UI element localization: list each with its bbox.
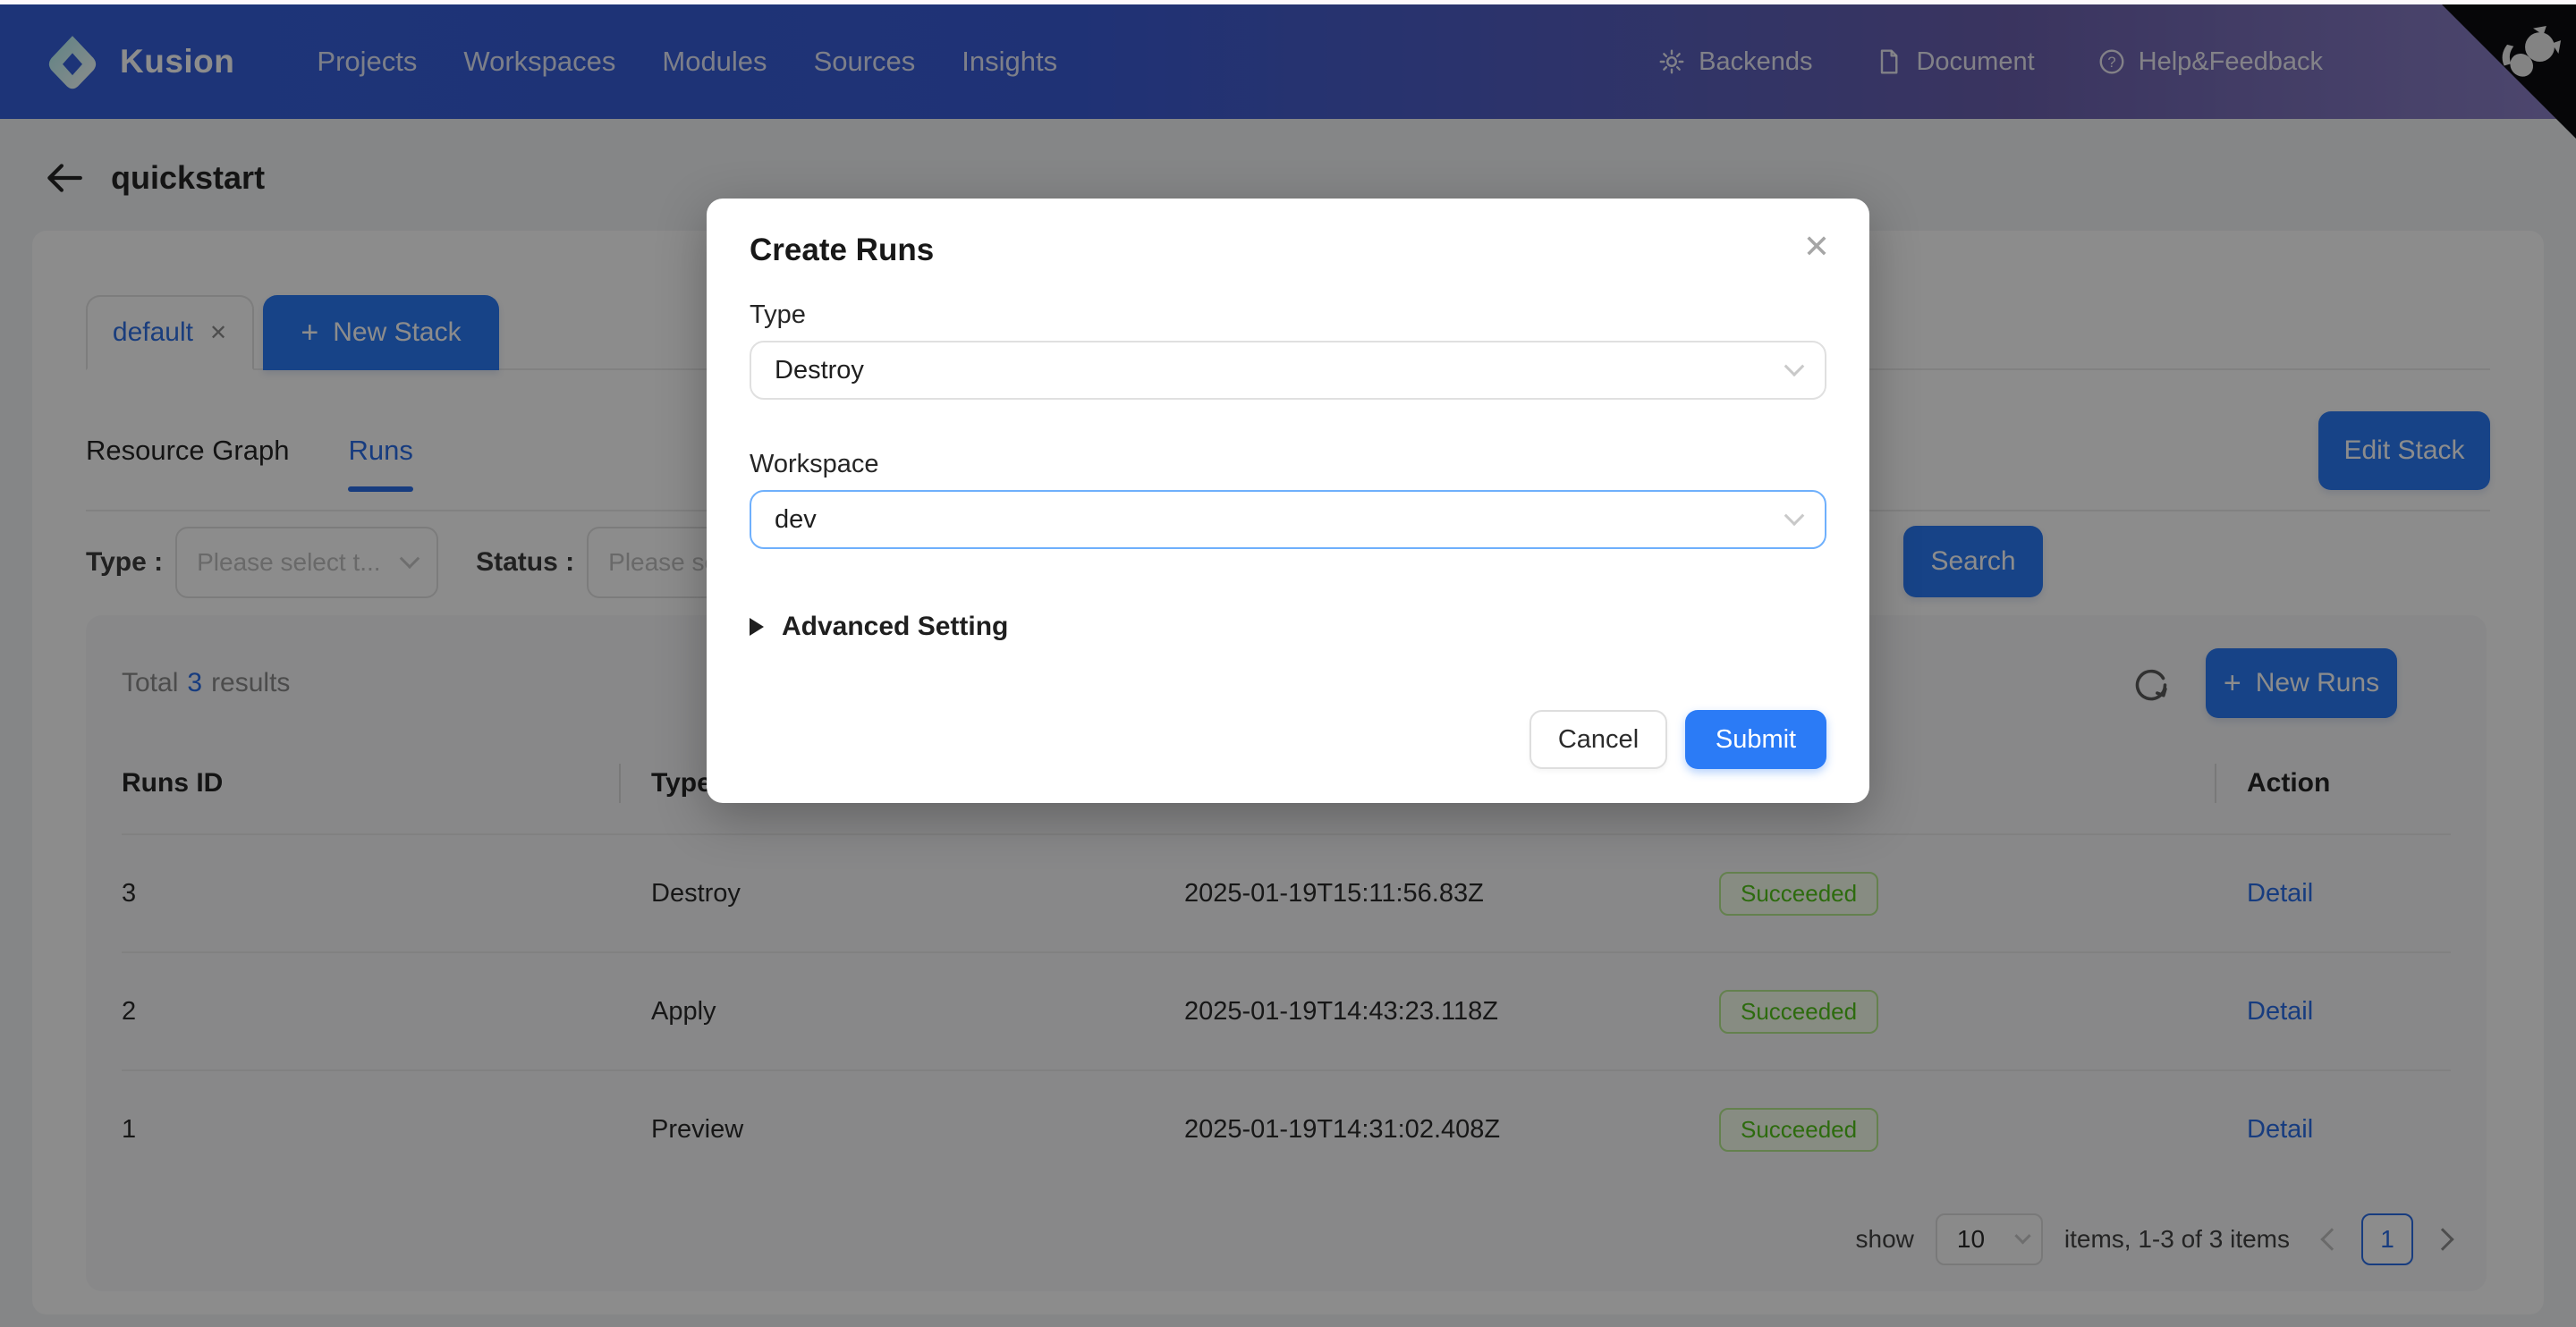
screen: Kusion Projects Workspaces Modules Sourc… [0, 0, 2576, 1327]
cancel-button[interactable]: Cancel [1530, 710, 1667, 769]
modal-footer: Cancel Submit [750, 710, 1826, 769]
modal-close-icon[interactable]: ✕ [1803, 231, 1830, 263]
modal-workspace-value: dev [775, 505, 817, 535]
modal-type-label: Type [750, 300, 1826, 330]
modal-title: Create Runs [750, 232, 1826, 268]
advanced-setting-label: Advanced Setting [782, 612, 1008, 642]
submit-button[interactable]: Submit [1685, 710, 1826, 769]
browser-top-edge [0, 0, 2576, 4]
caret-right-icon [750, 618, 764, 636]
chevron-down-icon [1784, 505, 1805, 526]
chevron-down-icon [1784, 356, 1805, 376]
modal-workspace-select[interactable]: dev [750, 490, 1826, 549]
modal-workspace-label: Workspace [750, 450, 1826, 479]
advanced-setting-toggle[interactable]: Advanced Setting [750, 612, 1826, 642]
modal-type-select[interactable]: Destroy [750, 341, 1826, 400]
modal-type-value: Destroy [775, 356, 864, 385]
create-runs-modal: Create Runs ✕ Type Destroy Workspace dev… [707, 199, 1869, 803]
